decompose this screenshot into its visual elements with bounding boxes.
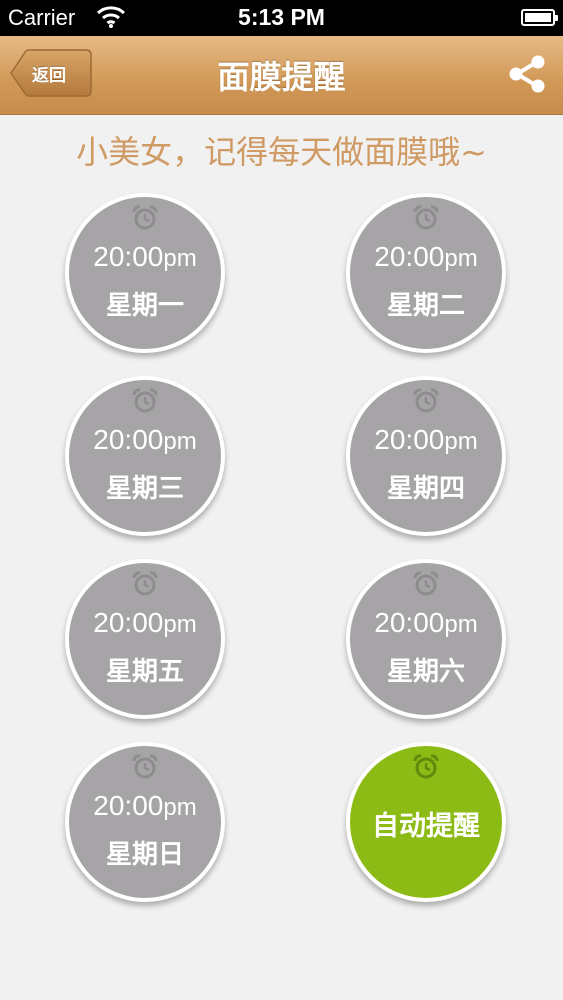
reminder-time-suffix: pm <box>444 428 478 455</box>
reminder-time-value: 20:00 <box>93 424 164 455</box>
clock-label: 5:13 PM <box>238 4 325 30</box>
reminder-time-value: 20:00 <box>374 607 445 638</box>
reminder-day: 星期二 <box>386 291 465 321</box>
reminder-tuesday[interactable]: 20:00pm 星期二 <box>346 193 506 353</box>
reminder-time-value: 20:00 <box>93 241 164 272</box>
reminder-time: 20:00pm <box>350 607 502 639</box>
reminder-time-suffix: pm <box>163 428 197 455</box>
alarm-clock-icon <box>413 205 439 230</box>
reminder-time-value: 20:00 <box>374 424 445 455</box>
alarm-clock-icon <box>132 754 158 779</box>
reminder-day: 星期六 <box>386 657 465 687</box>
reminder-day: 星期五 <box>105 657 184 687</box>
reminder-wednesday[interactable]: 20:00pm 星期三 <box>65 376 225 536</box>
alarm-clock-icon <box>413 571 439 596</box>
alarm-clock-icon <box>413 754 439 779</box>
reminder-time-value: 20:00 <box>93 790 164 821</box>
reminder-time-value: 20:00 <box>374 241 445 272</box>
reminder-monday[interactable]: 20:00pm 星期一 <box>65 193 225 353</box>
battery-icon <box>521 9 558 26</box>
reminder-time: 20:00pm <box>69 790 221 822</box>
reminder-time: 20:00pm <box>69 607 221 639</box>
alarm-clock-icon <box>413 388 439 413</box>
reminder-day: 星期四 <box>386 474 465 504</box>
reminder-time-suffix: pm <box>444 611 478 638</box>
reminder-day: 星期一 <box>105 291 184 321</box>
reminder-slogan: 小美女，记得每天做面膜哦~ <box>76 133 487 171</box>
reminder-time-suffix: pm <box>163 245 197 272</box>
alarm-clock-icon <box>132 571 158 596</box>
reminder-sunday[interactable]: 20:00pm 星期日 <box>65 742 225 902</box>
reminder-time-suffix: pm <box>163 794 197 821</box>
reminder-time: 20:00pm <box>69 241 221 273</box>
reminder-day: 星期三 <box>105 474 184 504</box>
reminder-time: 20:00pm <box>69 424 221 456</box>
auto-reminder-button[interactable]: 自动提醒 <box>346 742 506 902</box>
share-icon[interactable] <box>507 54 547 94</box>
alarm-clock-icon <box>132 388 158 413</box>
status-bar: Carrier 5:13 PM <box>0 0 563 36</box>
reminder-thursday[interactable]: 20:00pm 星期四 <box>346 376 506 536</box>
reminder-time: 20:00pm <box>350 241 502 273</box>
reminder-day: 星期日 <box>105 840 184 870</box>
reminder-time-suffix: pm <box>163 611 197 638</box>
reminder-time-suffix: pm <box>444 245 478 272</box>
page-title: 面膜提醒 <box>217 58 346 96</box>
reminder-friday[interactable]: 20:00pm 星期五 <box>65 559 225 719</box>
reminder-time-value: 20:00 <box>93 607 164 638</box>
auto-reminder-label: 自动提醒 <box>372 811 480 842</box>
nav-bar: 返回 面膜提醒 <box>0 36 563 115</box>
alarm-clock-icon <box>132 205 158 230</box>
reminder-saturday[interactable]: 20:00pm 星期六 <box>346 559 506 719</box>
reminder-time: 20:00pm <box>350 424 502 456</box>
